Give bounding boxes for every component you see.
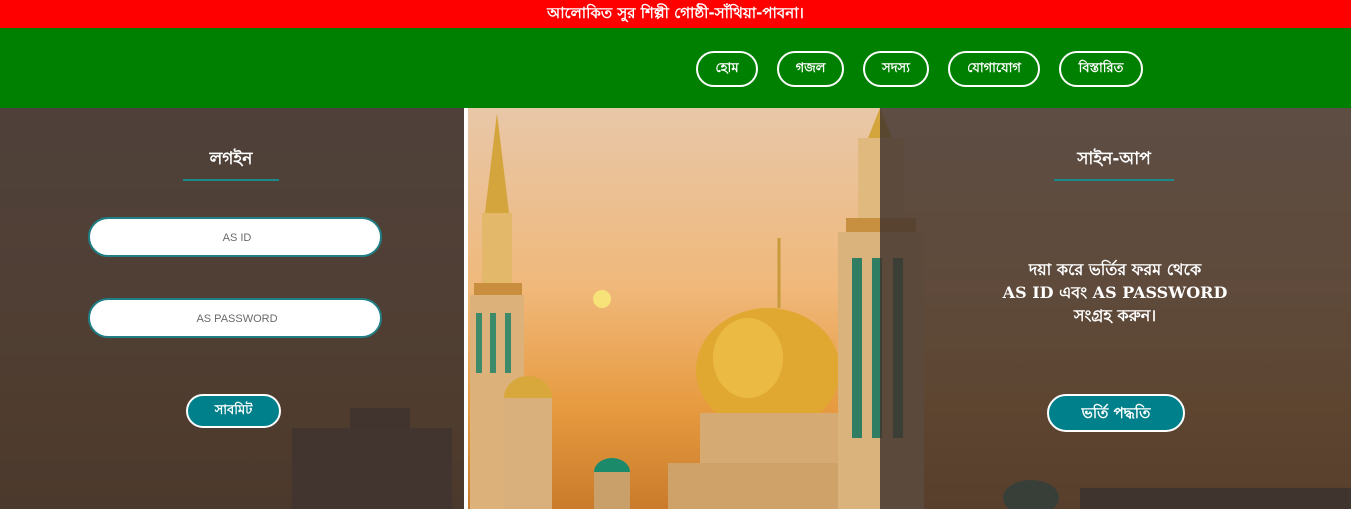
as-password-input[interactable]	[90, 300, 384, 338]
signup-title-underline	[1054, 179, 1174, 181]
nav-contact[interactable]: যোগাযোগ	[948, 51, 1040, 87]
submit-button[interactable]: সাবমিট	[186, 394, 281, 428]
signup-message-line-2: AS ID এবং AS PASSWORD	[1002, 283, 1228, 302]
nav-home[interactable]: হোম	[696, 51, 758, 87]
as-password-field[interactable]	[88, 298, 384, 338]
login-title: লগইন	[209, 149, 253, 169]
site-title: আলোকিত সুর শিল্পী গোষ্ঠী-সাঁথিয়া-পাবনা।	[547, 4, 804, 22]
nav-details[interactable]: বিস্তারিত	[1059, 51, 1143, 87]
hero-section: লগইন সাবমিট সাইন-আপ দয়া করে ভর্তির ফরম …	[0, 108, 1351, 509]
nav-gazal[interactable]: গজল	[777, 51, 844, 87]
panel-divider	[464, 108, 468, 509]
signup-instructions: দয়া করে ভর্তির ফরম থেকে AS ID এবং AS PA…	[980, 258, 1250, 327]
main-navigation: হোম গজল সদস্য যোগাযোগ বিস্তারিত	[0, 28, 1351, 108]
login-title-underline	[183, 179, 279, 181]
signup-title: সাইন-আপ	[1077, 149, 1151, 169]
as-id-input[interactable]	[90, 219, 384, 257]
site-title-bar: আলোকিত সুর শিল্পী গোষ্ঠী-সাঁথিয়া-পাবনা।	[0, 0, 1351, 28]
as-id-field[interactable]	[88, 217, 384, 257]
signup-message-line-3: সংগ্রহ করুন।	[1073, 306, 1157, 325]
nav-members[interactable]: সদস্য	[863, 51, 929, 87]
admission-procedure-button[interactable]: ভর্তি পদ্ধতি	[1047, 394, 1185, 432]
signup-message-line-1: দয়া করে ভর্তির ফরম থেকে	[1028, 260, 1202, 279]
